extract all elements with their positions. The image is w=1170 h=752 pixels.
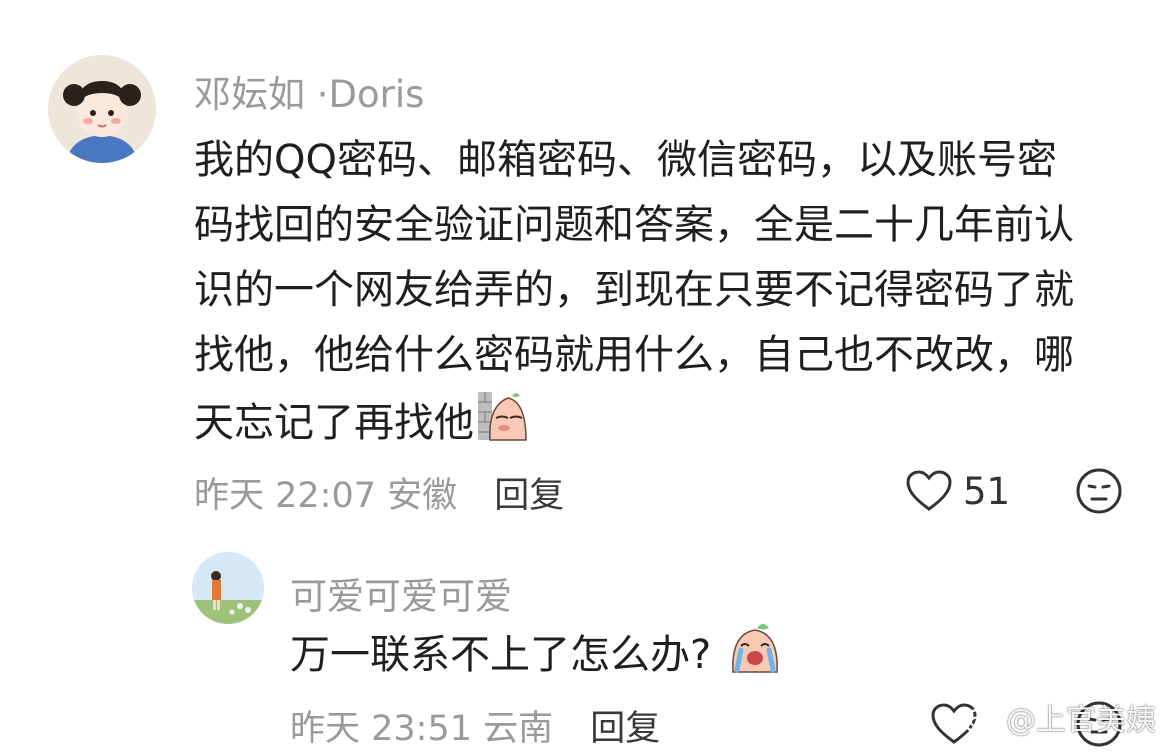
comment-text: 我的QQ密码、邮箱密码、微信密码，以及账号密 码找回的安全验证问题和答案，全是二…: [194, 128, 1124, 464]
avatar[interactable]: [48, 55, 156, 163]
peek-behind-wall-sticker: [476, 388, 532, 464]
comment-text: 万一联系不上了怎么办?: [290, 620, 783, 696]
username[interactable]: 可爱可爱可爱: [290, 566, 512, 620]
comment-line: 万一联系不上了怎么办?: [290, 632, 712, 678]
comment-line: 找他，他给什么密码就用什么，自己也不改改，哪: [194, 332, 1074, 378]
girl-avatar-icon: [48, 55, 156, 163]
comment-line: 天忘记了再找他: [194, 400, 474, 446]
reaction-button[interactable]: [1075, 467, 1123, 515]
weibo-logo-icon: [962, 702, 1000, 734]
girl-field-avatar-icon: [192, 552, 264, 624]
comment-main: 邓妘如 ·Doris 我的QQ密码、邮箱密码、微信密码，以及账号密 码找回的安全…: [0, 0, 1170, 540]
reply-button[interactable]: 回复: [590, 709, 660, 749]
reply-button[interactable]: 回复: [494, 476, 564, 516]
location: 云南: [483, 709, 554, 749]
like-count: 51: [963, 469, 1011, 513]
comment-line-last: 天忘记了再找他: [194, 388, 1124, 464]
crying-sticker: [727, 620, 783, 696]
watermark: @上官美姨: [962, 695, 1156, 739]
avatar[interactable]: [192, 552, 264, 624]
heart-outline-icon: [906, 470, 952, 511]
like-button[interactable]: 51: [905, 467, 1010, 515]
username[interactable]: 邓妘如 ·Doris: [194, 64, 424, 118]
timestamp: 昨天 22:07: [194, 476, 376, 516]
comment-line: 我的QQ密码、邮箱密码、微信密码，以及账号密: [194, 137, 1057, 183]
comment-meta: 昨天 22:07 安徽 回复: [194, 467, 564, 518]
comment-line: 识的一个网友给弄的，到现在只要不记得密码了就: [194, 267, 1074, 313]
watermark-text: @上官美姨: [1006, 703, 1156, 738]
location: 安徽: [387, 476, 458, 516]
comment-meta: 昨天 23:51 云南 回复: [290, 700, 660, 751]
comment-line: 码找回的安全验证问题和答案，全是二十几年前认: [194, 202, 1074, 248]
timestamp: 昨天 23:51: [290, 709, 472, 749]
meh-face-icon: [1076, 468, 1122, 514]
